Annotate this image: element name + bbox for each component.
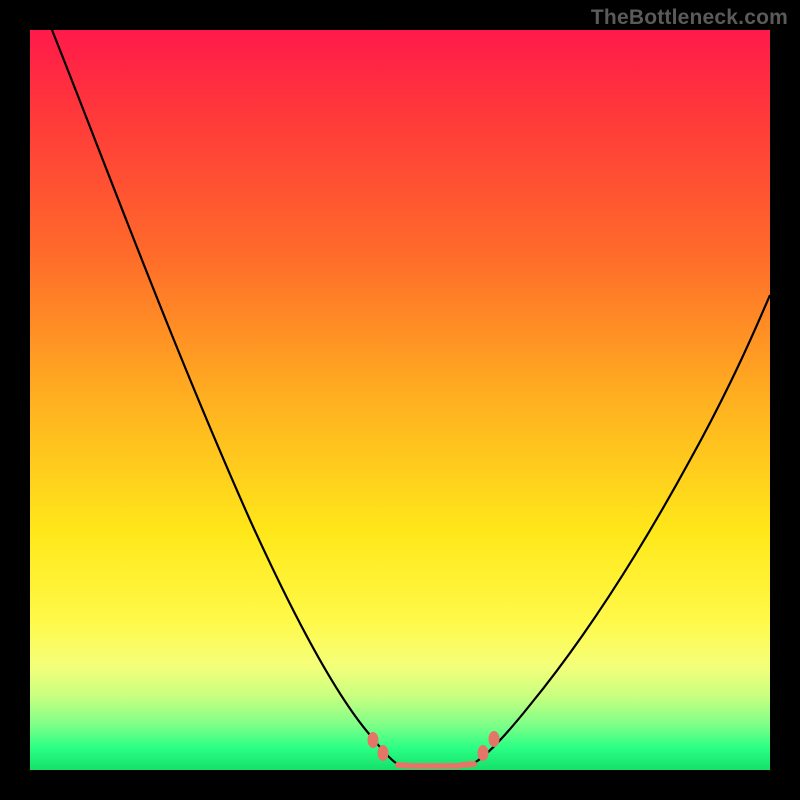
left-marker-cluster <box>368 732 389 761</box>
chart-svg <box>30 30 770 770</box>
plot-area <box>30 30 770 770</box>
right-marker-cluster <box>478 731 500 761</box>
watermark-text: TheBottleneck.com <box>591 6 788 30</box>
bottom-marker-dashes <box>398 764 474 766</box>
chart-frame: TheBottleneck.com <box>0 0 800 800</box>
curve-right <box>474 295 770 763</box>
curve-left <box>52 30 396 763</box>
